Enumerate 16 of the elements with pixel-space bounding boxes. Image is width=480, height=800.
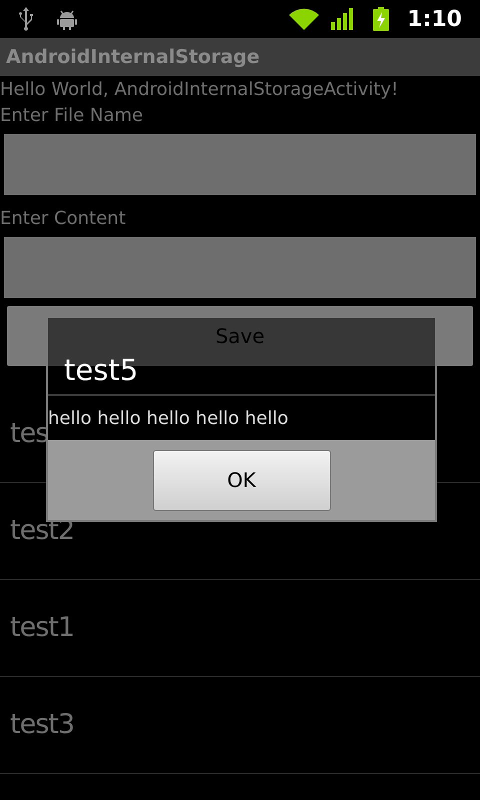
wifi-icon (289, 8, 320, 30)
greeting-text: Hello World, AndroidInternalStorageActivity! (0, 78, 400, 102)
signal-icon (331, 8, 356, 30)
ok-button[interactable]: OK (152, 450, 330, 510)
field-label: Enter File Name (0, 104, 144, 128)
input-field[interactable] (4, 134, 476, 195)
usb-icon (18, 7, 34, 31)
status-time: 1:10 (407, 6, 462, 34)
input-field[interactable] (4, 237, 476, 298)
app-title: AndroidInternalStorage (6, 44, 260, 70)
android-icon (56, 8, 78, 30)
file-list-item[interactable]: test1 (10, 608, 74, 648)
battery-charging-icon (373, 7, 390, 31)
field-label: Enter Content (0, 207, 127, 231)
dialog-message: hello hello hello hello hello (48, 406, 288, 430)
file-list-item[interactable]: test3 (10, 704, 74, 746)
